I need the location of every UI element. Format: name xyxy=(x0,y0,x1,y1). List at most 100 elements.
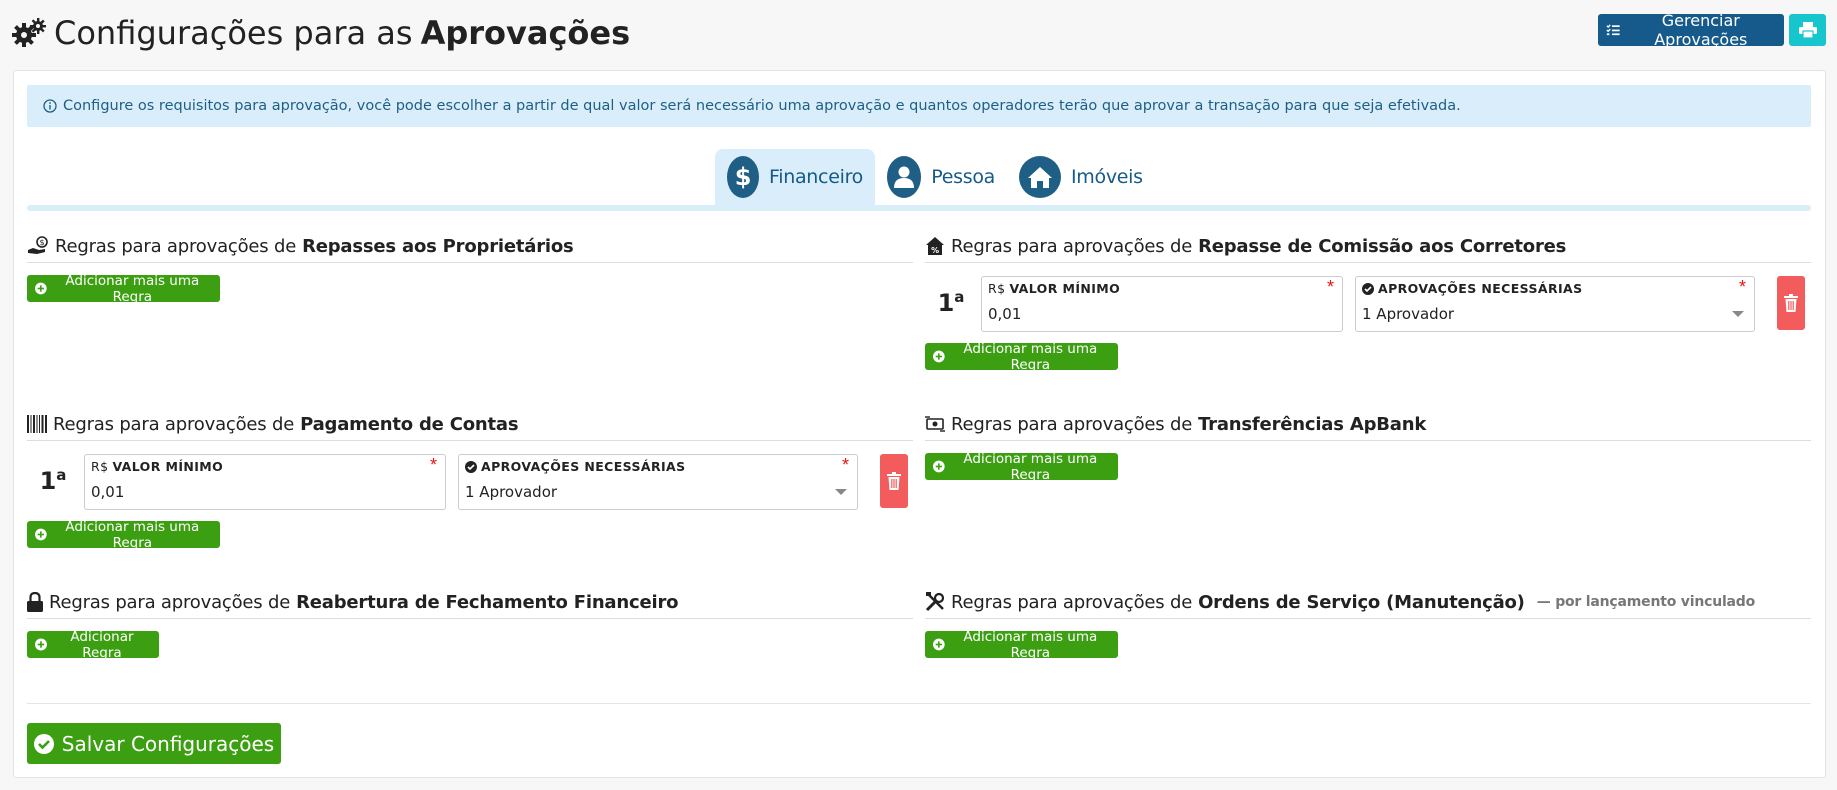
section-title: Regras para aprovações de Ordens de Serv… xyxy=(925,587,1755,617)
section-title-bold: Transferências ApBank xyxy=(1198,413,1427,435)
rule-ordinal: 1a xyxy=(39,466,67,495)
section-transferencias: Regras para aprovações de Transferências… xyxy=(925,409,1811,509)
save-settings-label: Salvar Configurações xyxy=(61,731,275,756)
rules-prefix: Regras para aprovações de xyxy=(49,591,291,613)
section-comissao: % Regras para aprovações de Repasse de C… xyxy=(925,231,1811,431)
add-rule-label: Adicionar mais uma Regra xyxy=(963,450,1098,483)
tab-financeiro[interactable]: $ Financeiro xyxy=(715,149,875,205)
section-pagamento: Regras para aprovações de Pagamento de C… xyxy=(27,409,913,551)
section-divider xyxy=(27,262,913,263)
info-icon xyxy=(43,99,57,113)
tab-imoveis[interactable]: Imóveis xyxy=(1007,149,1157,205)
add-rule-button[interactable]: Adicionar mais uma Regra xyxy=(925,340,1118,373)
section-divider xyxy=(925,440,1811,441)
add-rule-label: Adicionar mais uma Regra xyxy=(65,518,200,551)
section-divider xyxy=(27,440,913,441)
add-rule-label: Adicionar mais uma Regra xyxy=(65,272,200,305)
print-icon xyxy=(1798,22,1817,38)
user-icon xyxy=(887,156,922,198)
add-rule-label: Adicionar Regra xyxy=(70,628,134,661)
section-note: — por lançamento vinculado xyxy=(1536,594,1756,610)
tab-pessoa[interactable]: Pessoa xyxy=(875,149,1007,205)
tabs: $ Financeiro Pessoa Imóveis xyxy=(27,149,1811,211)
delete-rule-button[interactable] xyxy=(1777,276,1805,330)
rule-row: 1a R$ VALOR MÍNIMO * 0,01 APROVAÇÕES NEC… xyxy=(925,276,1811,332)
min-value-label: R$ VALOR MÍNIMO xyxy=(91,459,224,474)
currency-symbol: R$ xyxy=(91,459,109,474)
footer-divider xyxy=(27,703,1811,704)
money-transfer-icon xyxy=(925,416,945,432)
check-circle-icon xyxy=(33,733,54,754)
check-circle-icon xyxy=(465,460,477,473)
required-mark: * xyxy=(841,455,849,475)
info-alert: Configure os requisitos para aprovação, … xyxy=(27,85,1811,127)
section-title: % Regras para aprovações de Repasse de C… xyxy=(925,231,1566,261)
plus-circle-icon xyxy=(35,638,47,651)
add-rule-label: Adicionar mais uma Regra xyxy=(963,340,1098,373)
gears-icon xyxy=(12,18,46,47)
save-settings-button[interactable]: Salvar Configurações xyxy=(27,723,281,764)
plus-circle-icon xyxy=(35,282,47,295)
chevron-down-icon xyxy=(1732,311,1744,317)
barcode-icon xyxy=(27,415,47,433)
chevron-down-icon xyxy=(835,489,847,495)
section-divider xyxy=(925,262,1811,263)
plus-circle-icon xyxy=(933,460,945,473)
tabs-bar xyxy=(27,205,1811,211)
page-title-bold: Aprovações xyxy=(420,14,631,52)
add-rule-button[interactable]: Adicionar mais uma Regra xyxy=(27,272,220,305)
rule-row: 1a R$ VALOR MÍNIMO * 0,01 APROVAÇÕES NEC… xyxy=(27,454,913,510)
rules-prefix: Regras para aprovações de xyxy=(951,413,1193,435)
approvals-label: APROVAÇÕES NECESSÁRIAS xyxy=(1362,281,1583,296)
hand-money-icon: $ xyxy=(28,236,48,254)
svg-text:%: % xyxy=(931,246,939,255)
rules-prefix: Regras para aprovações de xyxy=(53,413,295,435)
rules-prefix: Regras para aprovações de xyxy=(951,591,1193,613)
check-circle-icon xyxy=(1362,282,1374,295)
print-button[interactable] xyxy=(1789,14,1826,46)
min-value-field[interactable]: R$ VALOR MÍNIMO * 0,01 xyxy=(84,454,446,510)
rules-prefix: Regras para aprovações de xyxy=(951,235,1193,257)
manage-approvals-label: Gerenciar Aprovações xyxy=(1654,11,1748,49)
section-title: $ Regras para aprovações de Repasses aos… xyxy=(27,231,574,261)
approvals-value: 1 Aprovador xyxy=(1362,305,1455,323)
home-icon xyxy=(1019,156,1061,198)
section-title: Regras para aprovações de Pagamento de C… xyxy=(27,409,519,439)
min-value-field[interactable]: R$ VALOR MÍNIMO * 0,01 xyxy=(981,276,1343,332)
section-title: Regras para aprovações de Reabertura de … xyxy=(27,587,678,617)
plus-circle-icon xyxy=(35,528,47,541)
delete-rule-button[interactable] xyxy=(880,454,908,508)
svg-text:$: $ xyxy=(40,238,45,247)
rules-prefix: Regras para aprovações de xyxy=(55,235,297,257)
manage-approvals-button[interactable]: Gerenciar Aprovações xyxy=(1598,11,1784,49)
approvals-select[interactable]: APROVAÇÕES NECESSÁRIAS * 1 Aprovador xyxy=(1355,276,1755,332)
approvals-select[interactable]: APROVAÇÕES NECESSÁRIAS * 1 Aprovador xyxy=(458,454,858,510)
min-value-input[interactable]: 0,01 xyxy=(91,483,124,501)
currency-symbol: R$ xyxy=(988,281,1006,296)
add-rule-button[interactable]: Adicionar mais uma Regra xyxy=(925,450,1118,483)
rule-ordinal: 1a xyxy=(937,288,965,317)
min-value-label: R$ VALOR MÍNIMO xyxy=(988,281,1121,296)
info-alert-text: Configure os requisitos para aprovação, … xyxy=(63,98,1461,114)
add-rule-button[interactable]: Adicionar Regra xyxy=(27,628,159,661)
approvals-label: APROVAÇÕES NECESSÁRIAS xyxy=(465,459,686,474)
required-mark: * xyxy=(1738,277,1746,297)
svg-text:$: $ xyxy=(735,164,751,190)
section-title: Regras para aprovações de Transferências… xyxy=(925,409,1426,439)
lock-icon xyxy=(27,592,43,612)
approvals-value: 1 Aprovador xyxy=(465,483,558,501)
section-title-bold: Repasse de Comissão aos Corretores xyxy=(1198,235,1567,257)
add-rule-button[interactable]: Adicionar mais uma Regra xyxy=(925,628,1118,661)
tab-imoveis-label: Imóveis xyxy=(1071,166,1143,188)
add-rule-button[interactable]: Adicionar mais uma Regra xyxy=(27,518,220,551)
settings-card: Configure os requisitos para aprovação, … xyxy=(13,70,1826,778)
tab-financeiro-label: Financeiro xyxy=(769,166,863,188)
tools-icon xyxy=(925,592,945,612)
required-mark: * xyxy=(1326,277,1334,297)
section-reabertura: Regras para aprovações de Reabertura de … xyxy=(27,587,913,687)
add-rule-label: Adicionar mais uma Regra xyxy=(963,628,1098,661)
trash-icon xyxy=(1784,294,1798,312)
trash-icon xyxy=(887,472,901,490)
min-value-input[interactable]: 0,01 xyxy=(988,305,1021,323)
list-check-icon xyxy=(1606,24,1620,36)
